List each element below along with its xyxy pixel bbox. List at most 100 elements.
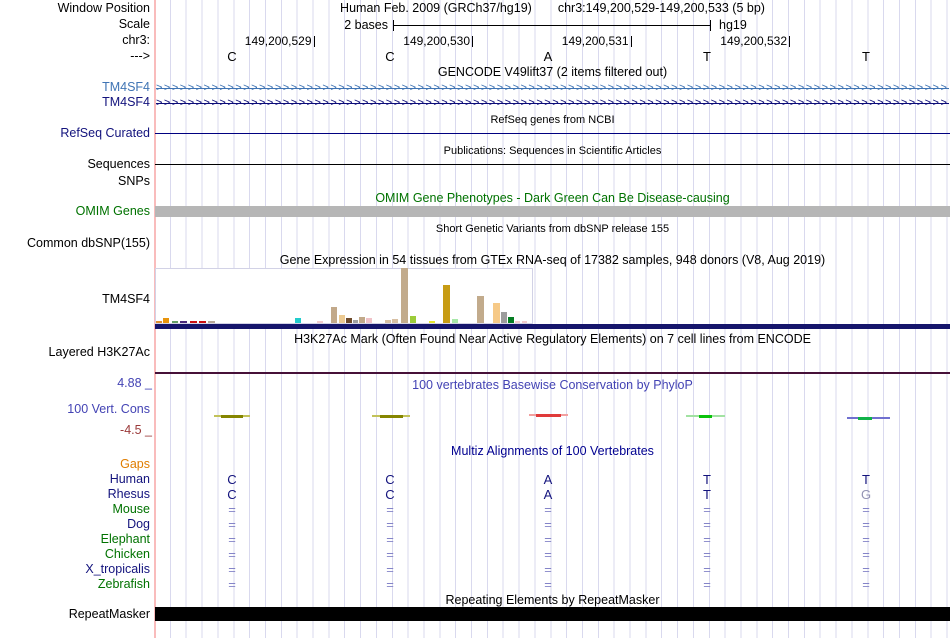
multiz-alignment-cell: = [544,562,552,577]
multiz-alignment-cell: C [385,472,395,487]
gtex-tissue-bar [359,317,365,323]
multiz-alignment-cell: = [862,562,870,577]
multiz-alignment-cell: = [386,517,394,532]
gtex-tissue-bar [493,303,500,323]
gtex-gene-model-line[interactable] [155,324,950,329]
multiz-species-label[interactable]: Elephant [0,533,150,546]
row-label-chrom: chr3: [122,33,150,47]
gtex-tissue-bar [163,318,169,323]
gtex-tissue-bar [501,312,507,323]
multiz-alignment-cell: = [386,577,394,592]
multiz-alignment-cell: = [544,517,552,532]
track-label-100-vert-cons[interactable]: 100 Vert. Cons [0,403,150,416]
multiz-alignment-cell: = [386,502,394,517]
reference-base: C [385,49,395,64]
track-label-common-dbsnp[interactable]: Common dbSNP(155) [0,237,150,250]
genome-browser-image: Window Position Scale chr3: ---> Human F… [0,0,950,638]
multiz-species-label[interactable]: Chicken [0,548,150,561]
track-title-gtex[interactable]: Gene Expression in 54 tissues from GTEx … [155,254,950,267]
multiz-alignment-cell: G [860,487,872,502]
multiz-alignment-cell: T [862,472,870,487]
gene-label-tm4sf4-1[interactable]: TM4SF4 [0,81,150,94]
multiz-alignment-cell: = [862,547,870,562]
multiz-species-label[interactable]: Mouse [0,503,150,516]
track-label-gtex-gene[interactable]: TM4SF4 [0,293,150,306]
multiz-species-label[interactable]: Gaps [0,458,150,471]
phylop-wiggle-mark-core [699,414,712,418]
track-title-dbsnp[interactable]: Short Genetic Variants from dbSNP releas… [155,223,950,235]
gtex-tissue-bar [199,321,206,323]
multiz-species-label[interactable]: Zebrafish [0,578,150,591]
gtex-tissue-bar [295,318,301,323]
multiz-alignment-cell: C [385,487,395,502]
coordinate-label: 149,200,529 [244,34,312,48]
multiz-alignment-cell: = [862,532,870,547]
gtex-expression-chart[interactable] [155,268,533,324]
omim-gene-bar[interactable] [155,206,950,217]
track-title-h3k27ac[interactable]: H3K27Ac Mark (Often Found Near Active Re… [155,333,950,346]
gtex-tissue-bar [353,320,358,323]
scale-bar-left-tick [393,20,394,31]
gtex-tissue-bar [190,321,197,323]
multiz-species-label[interactable]: Dog [0,518,150,531]
refseq-gene-line[interactable] [155,132,950,134]
track-title-publications[interactable]: Publications: Sequences in Scientific Ar… [155,145,950,157]
gtex-tissue-bar [508,317,514,323]
multiz-alignment-cell: = [228,577,236,592]
multiz-alignment-cell: = [228,562,236,577]
multiz-alignment-cell: C [227,472,237,487]
gtex-tissue-bar [331,307,337,323]
track-title-repeatmasker[interactable]: Repeating Elements by RepeatMasker [155,594,950,607]
sequences-item-line[interactable] [155,163,950,165]
reference-base: C [227,49,237,64]
gtex-tissue-bar [172,321,178,323]
track-title-multiz[interactable]: Multiz Alignments of 100 Vertebrates [155,445,950,458]
gencode-transcript-line[interactable]: >>>>>>>>>>>>>>>>>>>>>>>>>>>>>>>>>>>>>>>>… [156,82,949,95]
multiz-alignment-cell: = [228,547,236,562]
track-title-phylop[interactable]: 100 vertebrates Basewise Conservation by… [155,379,950,392]
track-title-gencode[interactable]: GENCODE V49lift37 (2 items filtered out) [155,66,950,79]
multiz-alignment-cell: = [544,577,552,592]
multiz-alignment-cell: A [543,487,553,502]
gene-label-tm4sf4-2[interactable]: TM4SF4 [0,96,150,109]
track-label-sequences[interactable]: Sequences [0,158,150,171]
multiz-species-label[interactable]: X_tropicalis [0,563,150,576]
gtex-tissue-bar [522,321,527,323]
track-label-refseq-curated[interactable]: RefSeq Curated [0,127,150,140]
gtex-tissue-bar [366,318,372,323]
assembly-short-name: hg19 [719,18,747,32]
track-label-h3k27ac[interactable]: Layered H3K27Ac [0,346,150,359]
phylop-wiggle-mark-core [221,414,243,418]
h3k27ac-baseline [155,372,950,374]
track-label-omim-genes[interactable]: OMIM Genes [0,205,150,218]
multiz-alignment-cell: = [544,547,552,562]
repeatmasker-element-bar[interactable] [155,607,950,621]
track-title-omim[interactable]: OMIM Gene Phenotypes - Dark Green Can Be… [155,192,950,205]
coordinate-tick [313,36,315,47]
multiz-alignment-cell: = [386,562,394,577]
coordinate-label: 149,200,531 [561,34,629,48]
multiz-alignment-cell: = [386,547,394,562]
gtex-tissue-bar [317,321,323,323]
row-label-window-position: Window Position [57,1,150,15]
coordinate-label: 149,200,532 [720,34,787,48]
phylop-wiggle-mark-core [380,414,403,418]
multiz-alignment-cell: T [703,472,711,487]
multiz-species-label[interactable]: Human [0,473,150,486]
scale-bar-right-tick [710,20,711,31]
gencode-transcript-line[interactable]: >>>>>>>>>>>>>>>>>>>>>>>>>>>>>>>>>>>>>>>>… [156,97,949,110]
track-label-snps[interactable]: SNPs [0,175,150,188]
multiz-alignment-cell: = [544,532,552,547]
gtex-tissue-bar [429,321,435,323]
multiz-alignment-cell: = [703,562,711,577]
multiz-alignment-cell: C [227,487,237,502]
multiz-species-label[interactable]: Rhesus [0,488,150,501]
gtex-tissue-bar [401,268,408,323]
track-title-refseq[interactable]: RefSeq genes from NCBI [155,114,950,126]
gtex-tissue-bar [208,321,215,323]
track-label-repeatmasker[interactable]: RepeatMasker [0,608,150,621]
multiz-alignment-cell: = [228,502,236,517]
multiz-alignment-cell: = [703,502,711,517]
phylop-wiggle-mark-core [536,413,561,417]
multiz-alignment-cell: = [703,517,711,532]
